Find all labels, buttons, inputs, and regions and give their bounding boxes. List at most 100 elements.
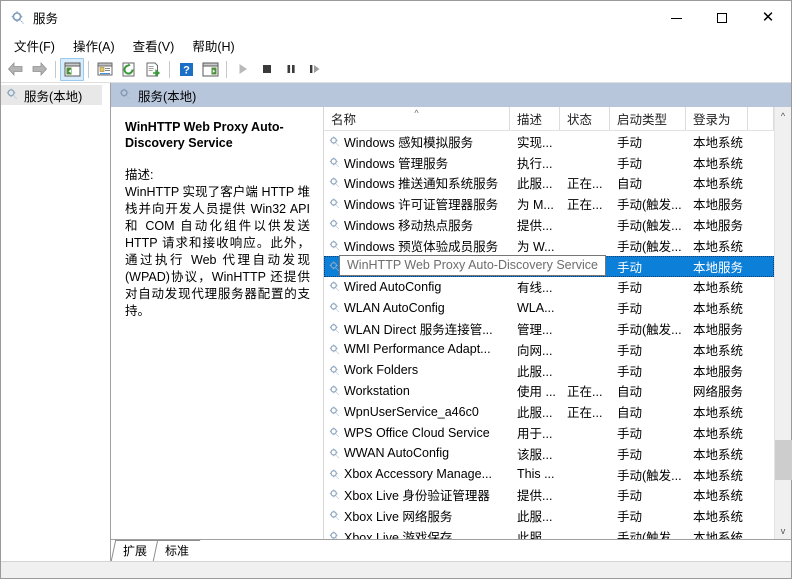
cell-service-name: Windows 预览体验成员服务 bbox=[324, 236, 510, 255]
cell-description: 使用 ... bbox=[510, 381, 560, 400]
cell-description: 向网... bbox=[510, 340, 560, 359]
table-row[interactable]: WPS Office Cloud Service用于...手动本地系统 bbox=[324, 422, 774, 443]
toolbar-separator bbox=[169, 61, 170, 78]
scroll-up-button[interactable]: ^ bbox=[775, 107, 792, 124]
status-bar bbox=[1, 561, 791, 578]
cell-startup-type: 手动 bbox=[610, 257, 686, 276]
tab-standard[interactable]: 标准 bbox=[153, 540, 200, 561]
services-gear-icon bbox=[328, 239, 341, 252]
main-body: 服务(本地) bbox=[1, 83, 791, 539]
vertical-scrollbar[interactable]: ^ v bbox=[774, 107, 791, 539]
services-gear-icon bbox=[328, 447, 341, 460]
menu-help[interactable]: 帮助(H) bbox=[183, 34, 243, 57]
maximize-button[interactable] bbox=[699, 1, 745, 34]
tree-item-services-local[interactable]: 服务(本地) bbox=[1, 85, 102, 105]
title-bar: 服务 ✕ bbox=[1, 1, 791, 34]
menu-file[interactable]: 文件(F) bbox=[5, 34, 64, 57]
services-gear-icon bbox=[328, 343, 341, 356]
cell-logon-as: 本地系统 bbox=[686, 277, 748, 296]
table-row[interactable]: Xbox Live 身份验证管理器提供...手动本地系统 bbox=[324, 485, 774, 506]
results-pane-header: 服务(本地) bbox=[111, 83, 791, 107]
table-row[interactable]: Windows 许可证管理器服务为 M...正在...手动(触发...本地服务 bbox=[324, 193, 774, 214]
show-action-pane-icon[interactable] bbox=[198, 58, 222, 81]
start-service-icon[interactable] bbox=[231, 58, 255, 81]
cell-service-name: Xbox Accessory Manage... bbox=[324, 467, 510, 481]
table-row[interactable]: Work Folders此服...手动本地服务 bbox=[324, 360, 774, 381]
cell-startup-type: 手动(触发... bbox=[610, 465, 686, 484]
cell-logon-as: 网络服务 bbox=[686, 381, 748, 400]
cell-description: 提供... bbox=[510, 215, 560, 234]
stop-service-icon[interactable] bbox=[255, 58, 279, 81]
menu-action[interactable]: 操作(A) bbox=[64, 34, 124, 57]
table-row[interactable]: WWAN AutoConfig该服...手动本地系统 bbox=[324, 443, 774, 464]
minimize-button[interactable] bbox=[653, 1, 699, 34]
window-title: 服务 bbox=[33, 8, 58, 27]
table-row[interactable]: Windows 预览体验成员服务为 W...手动(触发...本地系统 bbox=[324, 235, 774, 256]
cell-startup-type: 自动 bbox=[610, 402, 686, 421]
cell-description: 此服... bbox=[510, 527, 560, 539]
cell-status: 正在... bbox=[560, 194, 610, 213]
scrollbar-track[interactable] bbox=[775, 124, 792, 522]
service-name-label: Windows 移动热点服务 bbox=[344, 215, 473, 234]
cell-logon-as: 本地服务 bbox=[686, 361, 748, 380]
menu-view[interactable]: 查看(V) bbox=[124, 34, 184, 57]
service-name-label: Work Folders bbox=[344, 363, 418, 377]
cell-description: WLA... bbox=[510, 301, 560, 315]
scroll-down-button[interactable]: v bbox=[775, 522, 792, 539]
cell-description: 管理... bbox=[510, 319, 560, 338]
toolbar-separator bbox=[88, 61, 89, 78]
scrollbar-thumb[interactable] bbox=[775, 440, 792, 480]
table-row[interactable]: Windows 管理服务执行...手动本地系统 bbox=[324, 152, 774, 173]
cell-service-name: Xbox Live 网络服务 bbox=[324, 506, 510, 525]
description-label: 描述: bbox=[125, 167, 310, 184]
results-content: WinHTTP Web Proxy Auto-Discovery Service… bbox=[111, 107, 791, 539]
services-gear-icon bbox=[10, 10, 26, 26]
table-row[interactable]: WMI Performance Adapt...向网...手动本地系统 bbox=[324, 339, 774, 360]
cell-logon-as: 本地服务 bbox=[686, 319, 748, 338]
table-row[interactable]: Xbox Live 网络服务此服...手动本地系统 bbox=[324, 505, 774, 526]
table-row[interactable]: WLAN AutoConfigWLA...手动本地系统 bbox=[324, 297, 774, 318]
cell-service-name: Windows 许可证管理器服务 bbox=[324, 194, 510, 213]
table-row[interactable]: Xbox Accessory Manage...This ...手动(触发...… bbox=[324, 464, 774, 485]
toolbar-separator bbox=[226, 61, 227, 78]
services-gear-icon bbox=[328, 405, 341, 418]
table-row[interactable]: Windows 推送通知系统服务此服...正在...自动本地系统 bbox=[324, 173, 774, 194]
column-header-logon-as[interactable]: 登录为 bbox=[686, 107, 748, 130]
forward-icon[interactable] bbox=[27, 58, 51, 81]
back-icon[interactable] bbox=[3, 58, 27, 81]
pause-service-icon[interactable] bbox=[279, 58, 303, 81]
cell-service-name: WWAN AutoConfig bbox=[324, 446, 510, 460]
table-row[interactable]: Windows 感知模拟服务实现...手动本地系统 bbox=[324, 131, 774, 152]
cell-startup-type: 手动 bbox=[610, 132, 686, 151]
column-header-status[interactable]: 状态 bbox=[560, 107, 610, 130]
table-row[interactable]: Windows 移动热点服务提供...手动(触发...本地服务 bbox=[324, 214, 774, 235]
properties-icon[interactable] bbox=[93, 58, 117, 81]
table-row[interactable]: Xbox Live 游戏保存此服...手动(触发...本地系统 bbox=[324, 526, 774, 539]
show-hide-tree-icon[interactable] bbox=[60, 58, 84, 81]
cell-logon-as: 本地系统 bbox=[686, 173, 748, 192]
table-row[interactable]: WpnUserService_a46c0此服...正在...自动本地系统 bbox=[324, 401, 774, 422]
service-name-label: WPS Office Cloud Service bbox=[344, 426, 490, 440]
help-icon[interactable]: ? bbox=[174, 58, 198, 81]
cell-logon-as: 本地系统 bbox=[686, 527, 748, 539]
restart-service-icon[interactable] bbox=[303, 58, 327, 81]
cell-description: 此服... bbox=[510, 361, 560, 380]
column-header-description[interactable]: 描述 bbox=[510, 107, 560, 130]
column-header-startup-type[interactable]: 启动类型 bbox=[610, 107, 686, 130]
cell-startup-type: 手动 bbox=[610, 277, 686, 296]
column-header-name[interactable]: 名称 ^ bbox=[324, 107, 510, 130]
close-button[interactable]: ✕ bbox=[745, 1, 791, 34]
services-gear-icon bbox=[328, 135, 341, 148]
refresh-icon[interactable] bbox=[117, 58, 141, 81]
service-name-label: WLAN AutoConfig bbox=[344, 301, 445, 315]
cell-logon-as: 本地系统 bbox=[686, 465, 748, 484]
tab-extended[interactable]: 扩展 bbox=[111, 540, 158, 561]
cell-service-name: Xbox Live 身份验证管理器 bbox=[324, 485, 510, 504]
cell-description: 提供... bbox=[510, 485, 560, 504]
table-row[interactable]: Wired AutoConfig有线...手动本地系统 bbox=[324, 277, 774, 298]
export-list-icon[interactable] bbox=[141, 58, 165, 81]
table-row[interactable]: WLAN Direct 服务连接管...管理...手动(触发...本地服务 bbox=[324, 318, 774, 339]
table-row[interactable]: Workstation使用 ...正在...自动网络服务 bbox=[324, 381, 774, 402]
cell-description: 有线... bbox=[510, 277, 560, 296]
services-gear-icon bbox=[328, 156, 341, 169]
